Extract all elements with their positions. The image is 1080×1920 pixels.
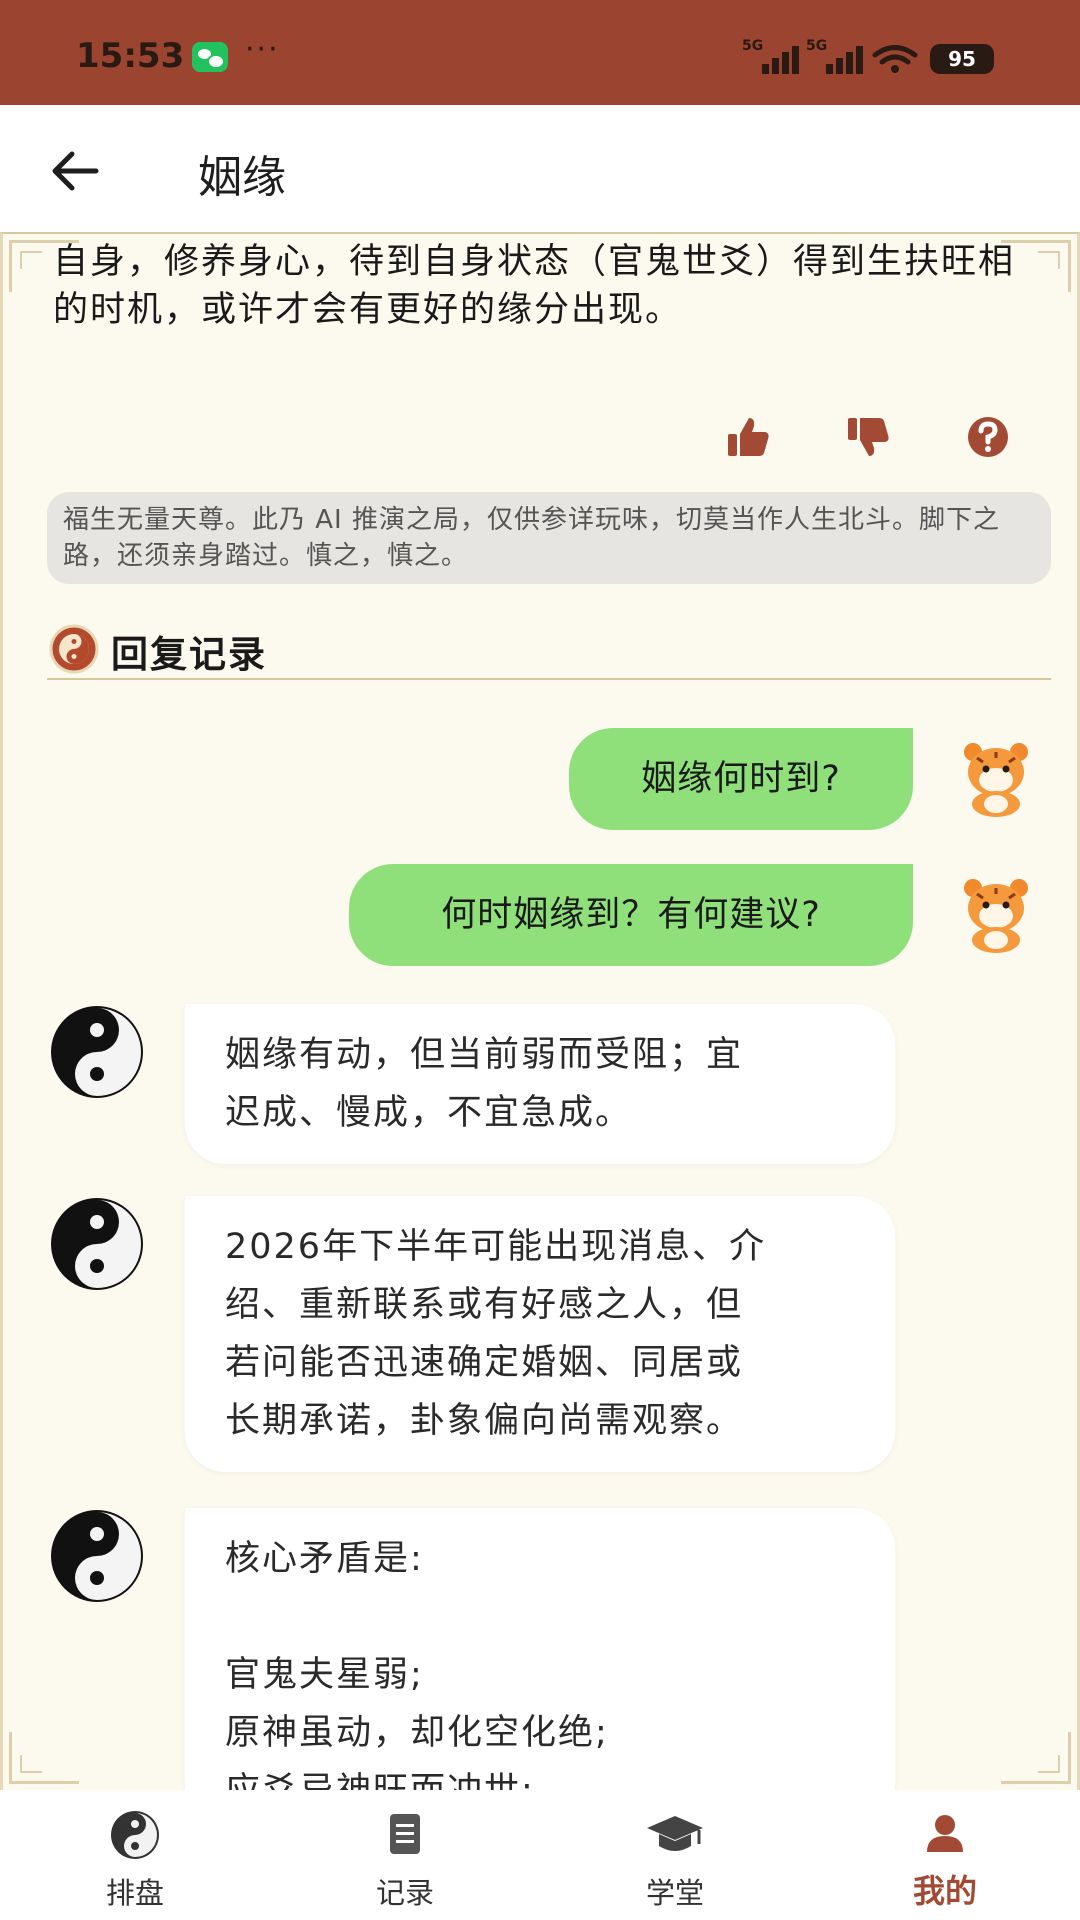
question-icon[interactable]	[965, 414, 1011, 460]
thumbs-down-icon[interactable]	[845, 414, 891, 460]
nav-item-paipan[interactable]: 排盘	[0, 1790, 270, 1920]
tiger-avatar-icon	[964, 743, 1028, 817]
nav-item-school[interactable]: 学堂	[540, 1790, 810, 1920]
bot-message-line: 核心矛盾是:	[225, 1539, 424, 1579]
page-title: 姻缘	[198, 152, 286, 203]
bot-message-blank-line	[225, 1588, 855, 1646]
bot-message-line: 若问能否迅速确定婚姻、同居或	[225, 1343, 744, 1383]
nav-label: 排盘	[105, 1876, 164, 1910]
bot-message-bubble: 核心矛盾是: 官鬼夫星弱; 原神虽动，却化空化绝; 应爻忌神旺而冲世;	[185, 1508, 895, 1790]
tiger-avatar-icon	[964, 879, 1028, 953]
signal-label: 5G	[742, 38, 764, 54]
nav-label: 我的	[912, 1872, 977, 1910]
history-header: 回复记录	[47, 622, 1051, 680]
status-bar: 15:53 ··· 5G 5G 95	[0, 0, 1080, 105]
history-title: 回复记录	[111, 633, 267, 676]
nav-label: 记录	[375, 1876, 434, 1910]
disclaimer-box: 福生无量天尊。此乃 AI 推演之局，仅供参详玩味，切莫当作人生北斗。脚下之路，还…	[47, 492, 1051, 584]
yin-yang-icon	[111, 1811, 159, 1859]
yin-yang-avatar-icon	[51, 1198, 143, 1290]
bot-message-line: 2026年下半年可能出现消息、介	[225, 1227, 767, 1267]
yin-yang-avatar-icon	[51, 1510, 143, 1602]
person-icon	[927, 1815, 963, 1852]
document-icon	[390, 1814, 420, 1854]
signal-icon: 5G	[742, 38, 802, 74]
bot-message-line: 官鬼夫星弱;	[225, 1655, 424, 1695]
bot-message-line: 姻缘有动，但当前弱而受阻；宜	[225, 1035, 744, 1075]
bot-message-bubble: 2026年下半年可能出现消息、介 绍、重新联系或有好感之人，但 若问能否迅速确定…	[185, 1196, 895, 1472]
wifi-icon	[872, 45, 918, 73]
signal-label: 5G	[806, 38, 828, 54]
bot-message-line: 原神虽动，却化空化绝;	[225, 1713, 609, 1753]
signal-icon: 5G	[806, 38, 866, 74]
nav-item-mine[interactable]: 我的	[810, 1790, 1080, 1920]
more-notifications-icon: ···	[245, 32, 280, 67]
status-time: 15:53	[76, 36, 185, 76]
bot-message-line: 长期承诺，卦象偏向尚需观察。	[225, 1401, 744, 1441]
bot-message-line: 绍、重新联系或有好感之人，但	[225, 1285, 744, 1325]
bot-message-line: 迟成、慢成，不宜急成。	[225, 1093, 633, 1133]
wechat-icon	[192, 42, 228, 72]
answer-text: 自身，修养身心，待到自身状态（官鬼世爻）得到生扶旺相的时机，或许才会有更好的缘分…	[53, 242, 1016, 330]
bot-message-line: 应爻忌神旺而冲世;	[225, 1762, 855, 1790]
yin-yang-icon	[49, 624, 99, 674]
bottom-nav: 排盘 记录 学堂 我的	[0, 1790, 1080, 1920]
corner-ornament	[9, 1732, 79, 1784]
yin-yang-avatar-icon	[51, 1006, 143, 1098]
graduation-cap-icon	[647, 1816, 703, 1851]
user-message-bubble: 何时姻缘到？有何建议?	[349, 864, 913, 966]
nav-item-records[interactable]: 记录	[270, 1790, 540, 1920]
user-message-bubble: 姻缘何时到?	[569, 728, 913, 830]
bot-message-bubble: 姻缘有动，但当前弱而受阻；宜 迟成、慢成，不宜急成。	[185, 1004, 895, 1164]
battery-icon: 95	[930, 44, 994, 74]
thumbs-up-icon[interactable]	[725, 414, 771, 460]
nav-label: 学堂	[645, 1876, 704, 1910]
corner-ornament	[1001, 1732, 1071, 1784]
arrow-left-icon[interactable]	[48, 145, 100, 197]
content-area[interactable]: 自身，修养身心，待到自身状态（官鬼世爻）得到生扶旺相的时机，或许才会有更好的缘分…	[0, 232, 1080, 1790]
app-bar: 姻缘	[0, 105, 1080, 232]
